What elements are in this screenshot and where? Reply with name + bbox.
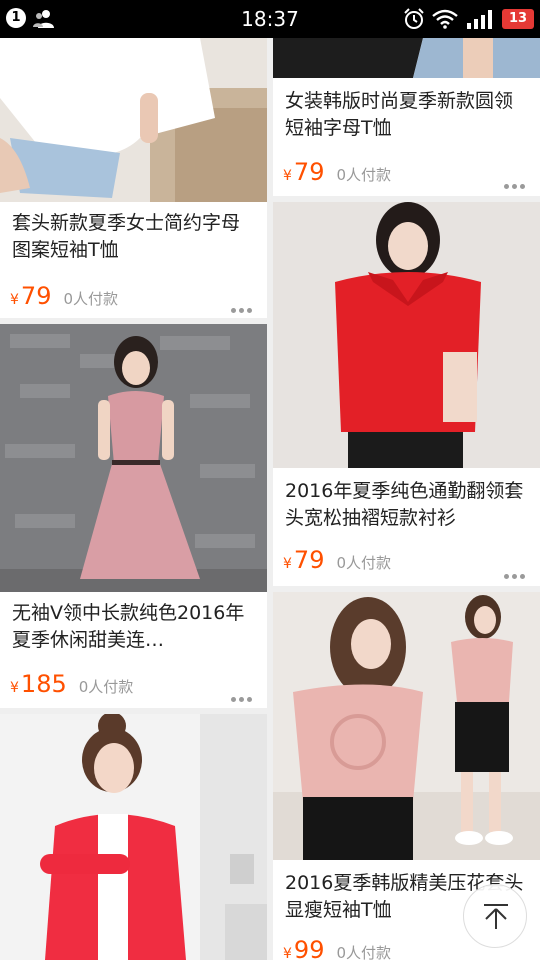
product-title: 女装韩版时尚夏季新款圆领短袖字母T恤 [285,90,514,139]
sold-count: 0人付款 [63,290,119,308]
product-image [0,38,267,202]
product-title: 无袖V领中长款纯色2016年夏季休闲甜美连… [12,602,245,651]
price-row: ¥79 0人付款 [10,282,250,312]
currency-symbol: ¥ [283,556,292,572]
product-card[interactable]: 无袖V领中长款纯色2016年夏季休闲甜美连… ¥185 0人付款 [0,324,267,708]
currency-symbol: ¥ [283,168,292,184]
product-price: 185 [20,670,67,698]
clock: 18:37 [241,7,299,31]
product-title: 套头新款夏季女士简约字母图案短袖T恤 [12,212,241,261]
product-image [0,714,267,960]
battery-indicator: 13 [502,9,534,29]
more-dots-icon[interactable] [504,564,528,579]
product-price: 79 [293,158,325,186]
product-price: 79 [293,546,325,574]
sold-count: 0人付款 [336,944,392,960]
status-bar: 1 18:37 13 [0,0,540,38]
product-price: 99 [293,936,325,960]
price-row: ¥79 0人付款 [283,158,523,188]
product-price: 79 [20,282,52,310]
more-dots-icon[interactable] [504,174,528,189]
price-row: ¥79 0人付款 [283,546,523,576]
product-card[interactable] [0,714,267,960]
sold-count: 0人付款 [336,554,392,572]
product-title: 2016年夏季纯色通勤翻领套头宽松抽褶短款衬衫 [285,480,524,529]
back-to-top-button[interactable] [463,884,527,948]
price-row: ¥185 0人付款 [10,670,250,700]
currency-symbol: ¥ [283,946,292,960]
product-image [273,202,540,468]
product-image [273,38,540,78]
sold-count: 0人付款 [336,166,392,184]
product-card[interactable]: 2016年夏季纯色通勤翻领套头宽松抽褶短款衬衫 ¥79 0人付款 [273,202,540,586]
product-image [0,324,267,592]
more-dots-icon[interactable] [231,687,255,702]
wifi-icon [432,9,458,29]
more-dots-icon[interactable] [231,298,255,313]
product-card[interactable]: 女装韩版时尚夏季新款圆领短袖字母T恤 ¥79 0人付款 [273,38,540,196]
signal-icon [467,10,492,29]
alarm-icon [404,8,424,29]
back-to-top-icon [484,904,508,929]
product-card[interactable]: 套头新款夏季女士简约字母图案短袖T恤 ¥79 0人付款 [0,38,267,318]
currency-symbol: ¥ [10,680,19,696]
sold-count: 0人付款 [78,678,134,696]
currency-symbol: ¥ [10,292,19,308]
product-image [273,592,540,860]
